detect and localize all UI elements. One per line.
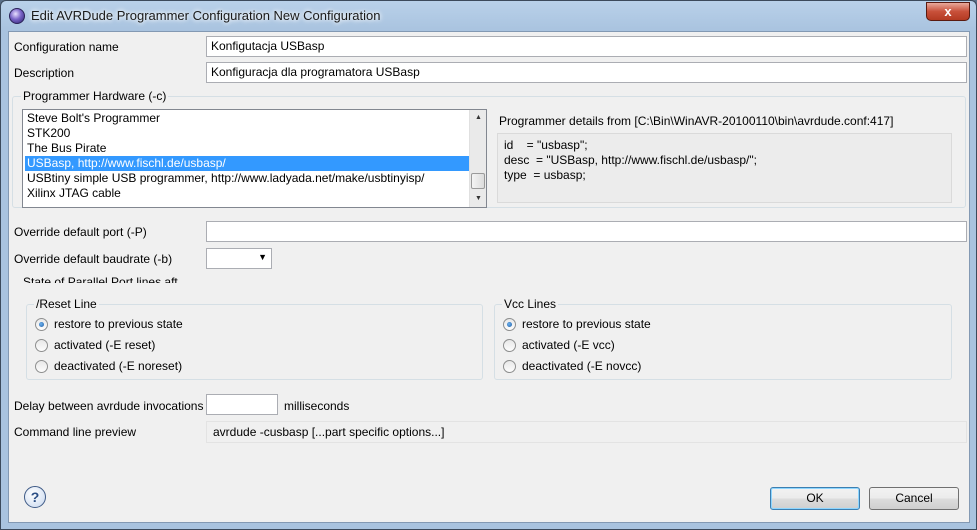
help-icon[interactable]: ?: [24, 486, 46, 508]
list-item[interactable]: Xilinx JTAG cable: [25, 186, 469, 201]
programmer-details-box: id = "usbasp"; desc = "USBasp, http://ww…: [497, 133, 952, 203]
radio-button[interactable]: [503, 339, 516, 352]
preview-label: Command line preview: [14, 425, 137, 439]
scroll-up-icon[interactable]: ▲: [471, 110, 486, 126]
details-line: desc = "USBasp, http://www.fischl.de/usb…: [504, 153, 757, 167]
override-port-label: Override default port (-P): [14, 225, 147, 239]
radio-label: activated (-E vcc): [522, 338, 615, 352]
close-button[interactable]: x: [926, 2, 970, 21]
eclipse-app-icon: [9, 8, 25, 24]
command-preview: avrdude -cusbasp [...part specific optio…: [206, 421, 967, 443]
title-bar[interactable]: Edit AVRDude Programmer Configuration Ne…: [1, 1, 976, 31]
config-name-field[interactable]: Konfigutacja USBasp: [206, 36, 967, 57]
radio-button[interactable]: [503, 360, 516, 373]
list-scrollbar[interactable]: ▲ ▼: [469, 110, 486, 207]
programmer-list[interactable]: Steve Bolt's Programmer STK200 The Bus P…: [22, 109, 487, 208]
programmer-hardware-title: Programmer Hardware (-c): [21, 89, 169, 103]
radio-button[interactable]: [503, 318, 516, 331]
vcc-lines-title: Vcc Lines: [502, 297, 559, 311]
scroll-thumb[interactable]: [471, 173, 485, 189]
reset-line-title: /Reset Line: [34, 297, 99, 311]
ok-button[interactable]: OK: [770, 487, 860, 510]
delay-unit-label: milliseconds: [284, 399, 350, 413]
override-baudrate-label: Override default baudrate (-b): [14, 252, 173, 266]
description-field[interactable]: Konfiguracja dla programatora USBasp: [206, 62, 967, 83]
list-item[interactable]: USBtiny simple USB programmer, http://ww…: [25, 171, 469, 186]
list-item-selected[interactable]: USBasp, http://www.fischl.de/usbasp/: [25, 156, 469, 171]
programmer-details-header: Programmer details from [C:\Bin\WinAVR-2…: [499, 114, 894, 128]
parallel-state-label: State of Parallel Port lines aft: [23, 275, 178, 283]
delay-label: Delay between avrdude invocations: [14, 399, 204, 413]
dialog-client-area: Configuration name Konfigutacja USBasp D…: [8, 31, 970, 523]
delay-field[interactable]: [206, 394, 278, 415]
chevron-down-icon[interactable]: ▼: [258, 252, 267, 262]
radio-button[interactable]: [35, 339, 48, 352]
cancel-button[interactable]: Cancel: [869, 487, 959, 510]
radio-label: restore to previous state: [54, 317, 183, 331]
radio-label: restore to previous state: [522, 317, 651, 331]
details-line: id = "usbasp";: [504, 138, 588, 152]
dialog-window: Edit AVRDude Programmer Configuration Ne…: [0, 0, 977, 530]
baudrate-combo[interactable]: ▼: [206, 248, 272, 269]
list-item[interactable]: STK200: [25, 126, 469, 141]
config-name-label: Configuration name: [14, 40, 119, 54]
radio-label: deactivated (-E noreset): [54, 359, 183, 373]
parallel-state-clip: State of Parallel Port lines aft: [23, 275, 193, 283]
list-item[interactable]: Steve Bolt's Programmer: [25, 111, 469, 126]
details-line: type = usbasp;: [504, 168, 586, 182]
radio-button[interactable]: [35, 318, 48, 331]
radio-button[interactable]: [35, 360, 48, 373]
radio-label: activated (-E reset): [54, 338, 156, 352]
radio-label: deactivated (-E novcc): [522, 359, 642, 373]
scroll-down-icon[interactable]: ▼: [471, 191, 486, 207]
override-port-field[interactable]: [206, 221, 967, 242]
list-item[interactable]: The Bus Pirate: [25, 141, 469, 156]
window-title: Edit AVRDude Programmer Configuration Ne…: [31, 8, 381, 23]
description-label: Description: [14, 66, 75, 80]
